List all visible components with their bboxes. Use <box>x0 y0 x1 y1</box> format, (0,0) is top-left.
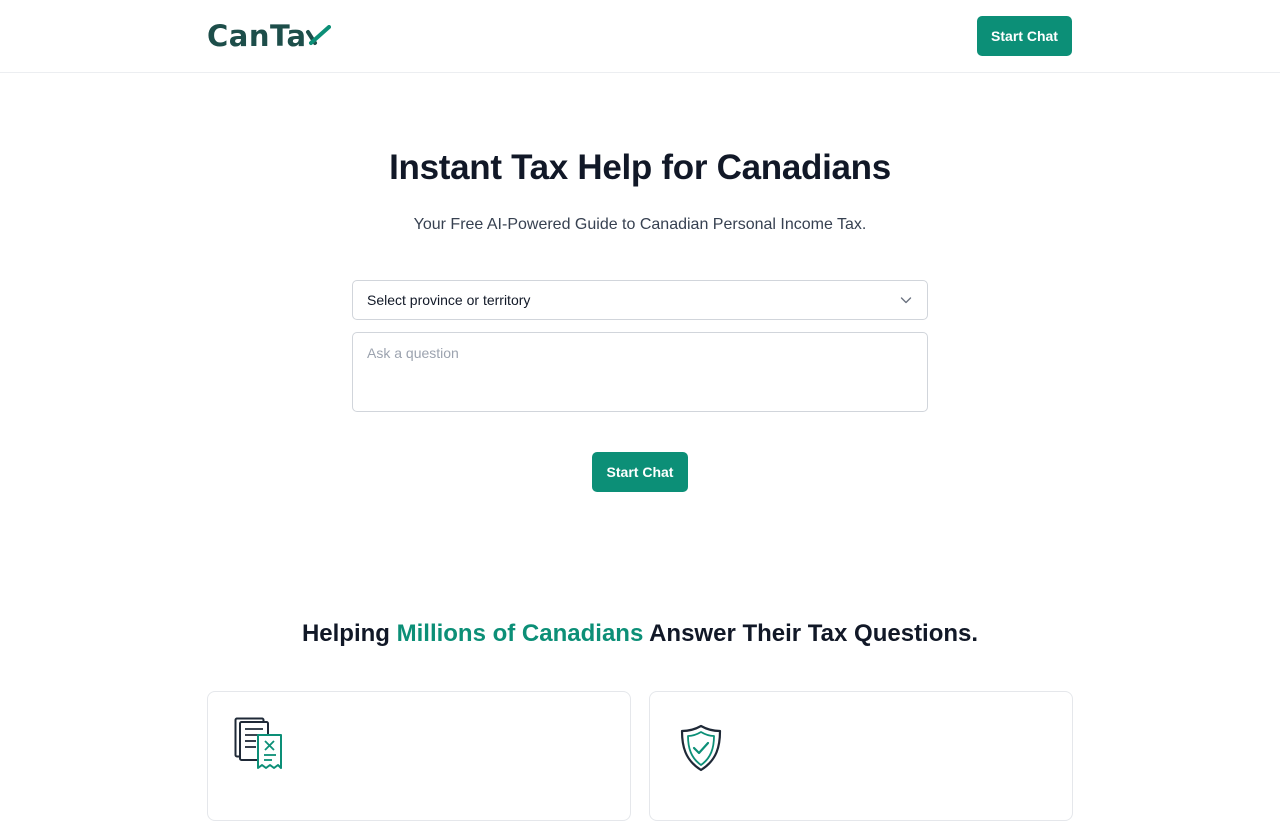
province-select[interactable]: Select province or territory <box>352 280 928 320</box>
features-heading-highlight: Millions of Canadians <box>396 620 644 647</box>
features-heading-suffix: Answer Their Tax Questions. <box>643 620 979 647</box>
feature-card <box>649 691 1073 821</box>
feature-card <box>207 691 631 821</box>
features-heading-prefix: Helping <box>301 620 397 647</box>
question-input[interactable] <box>352 332 928 412</box>
chevron-down-icon <box>900 297 912 304</box>
header-start-chat-button[interactable]: Start Chat <box>977 16 1072 56</box>
hero-title: Instant Tax Help for Canadians <box>389 148 891 187</box>
hero-start-chat-button[interactable]: Start Chat <box>592 452 688 492</box>
province-select-value: Select province or territory <box>367 292 531 308</box>
logo-text: CanTa <box>207 19 307 53</box>
features-heading: Helping Millions of Canadians Answer The… <box>0 620 1280 648</box>
logo-check-icon <box>305 25 331 45</box>
site-header: CanTa Start Chat <box>0 0 1280 73</box>
tax-documents-icon <box>234 717 282 769</box>
hero-subtitle: Your Free AI-Powered Guide to Canadian P… <box>413 216 867 233</box>
cantax-logo[interactable]: CanTa <box>207 18 331 54</box>
shield-check-icon <box>680 724 722 772</box>
